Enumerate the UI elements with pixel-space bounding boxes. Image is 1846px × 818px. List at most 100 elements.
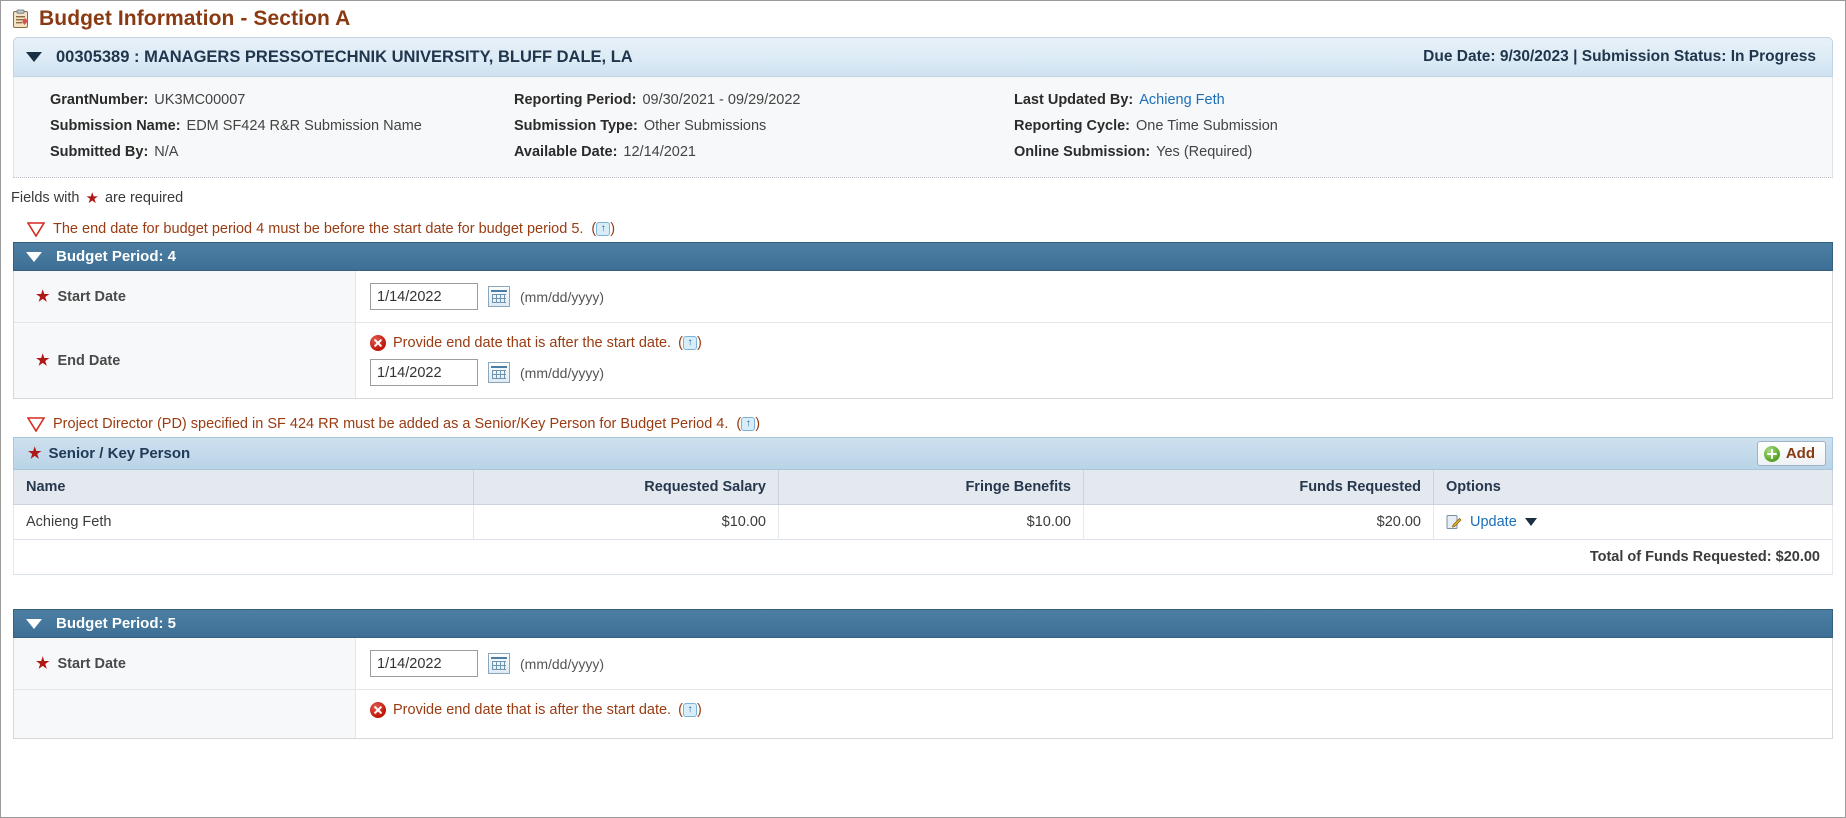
metadata-last-updated-by: Last Updated By: Achieng Feth bbox=[1014, 92, 1225, 108]
start-date-format-hint: (mm/dd/yyyy) bbox=[520, 288, 604, 305]
start-date-row: ★ Start Date (mm/dd/yyyy) bbox=[14, 638, 1832, 690]
start-date-input[interactable] bbox=[370, 650, 478, 677]
field-label: Submission Name: bbox=[50, 118, 181, 134]
field-label: Reporting Period: bbox=[514, 92, 637, 108]
field-label: Submission Type: bbox=[514, 118, 638, 134]
field-value: Other Submissions bbox=[643, 118, 767, 134]
senior-key-person-header: ★ Senior / Key Person Add bbox=[13, 437, 1833, 470]
table-total-row: Total of Funds Requested: $20.00 bbox=[13, 539, 1833, 575]
field-label: Available Date: bbox=[514, 144, 618, 160]
column-header-fringe-benefits[interactable]: Fringe Benefits bbox=[778, 470, 1084, 505]
error-period4-pd-missing: Project Director (PD) specified in SF 42… bbox=[1, 411, 1845, 437]
budget-period-5-body: ★ Start Date (mm/dd/yyyy) Provide bbox=[13, 638, 1833, 739]
start-date-input-area: (mm/dd/yyyy) bbox=[356, 638, 1832, 689]
error-anchor-group: (↑) bbox=[591, 221, 616, 237]
scroll-up-icon[interactable]: ↑ bbox=[682, 336, 697, 351]
clipboard-checklist-icon bbox=[11, 9, 31, 29]
triangle-down-icon[interactable] bbox=[26, 52, 42, 62]
column-header-funds-requested[interactable]: Funds Requested bbox=[1083, 470, 1434, 505]
cell-name: Achieng Feth bbox=[13, 504, 474, 540]
start-date-row: ★ Start Date (mm/dd/yyyy) bbox=[14, 271, 1832, 323]
add-senior-key-person-button[interactable]: Add bbox=[1756, 441, 1826, 466]
required-note-prefix: Fields with bbox=[11, 190, 80, 206]
error-anchor-group: (↑) bbox=[678, 335, 702, 351]
column-header-name[interactable]: Name bbox=[13, 470, 474, 505]
error-text: Project Director (PD) specified in SF 42… bbox=[53, 416, 729, 432]
end-date-label-cell: ★ End Date bbox=[14, 323, 356, 398]
triangle-down-icon[interactable] bbox=[26, 618, 42, 629]
triangle-down-icon[interactable] bbox=[26, 251, 42, 262]
scroll-up-icon[interactable]: ↑ bbox=[682, 703, 697, 718]
start-date-input[interactable] bbox=[370, 283, 478, 310]
last-updated-by-link[interactable]: Achieng Feth bbox=[1139, 92, 1224, 108]
required-star-icon: ★ bbox=[36, 288, 50, 305]
submission-status-summary: Due Date: 9/30/2023 | Submission Status:… bbox=[1423, 48, 1816, 65]
start-date-label: Start Date bbox=[57, 655, 126, 672]
end-date-input[interactable] bbox=[370, 359, 478, 386]
update-cell-group: Update bbox=[1446, 514, 1820, 530]
field-value: Yes (Required) bbox=[1156, 144, 1253, 160]
end-date-line: (mm/dd/yyyy) bbox=[370, 359, 1832, 386]
error-anchor-group: (↑) bbox=[678, 702, 702, 718]
metadata-row: GrantNumber: UK3MC00007 Reporting Period… bbox=[14, 87, 1832, 113]
table-header-row: Name Requested Salary Fringe Benefits Fu… bbox=[13, 470, 1833, 505]
page-title-bar: Budget Information - Section A bbox=[1, 1, 1845, 37]
scroll-up-icon[interactable]: ↑ bbox=[596, 222, 611, 237]
senior-key-person-table: Name Requested Salary Fringe Benefits Fu… bbox=[13, 470, 1833, 575]
section-gap bbox=[1, 575, 1845, 609]
end-date-inline-error: Provide end date that is after the start… bbox=[370, 702, 1832, 718]
end-date-error-text: Provide end date that is after the start… bbox=[393, 702, 672, 718]
metadata-online-submission: Online Submission: Yes (Required) bbox=[1014, 144, 1252, 160]
start-date-label: Start Date bbox=[57, 288, 126, 305]
senior-key-person-section: ★ Senior / Key Person Add Name Requested… bbox=[1, 437, 1845, 575]
budget-period-4-body: ★ Start Date (mm/dd/yyyy) ★ End Date bbox=[13, 271, 1833, 399]
error-period4-date-order: The end date for budget period 4 must be… bbox=[1, 216, 1845, 242]
metadata-submission-name: Submission Name: EDM SF424 R&R Submissio… bbox=[14, 118, 514, 134]
submission-metadata: GrantNumber: UK3MC00007 Reporting Period… bbox=[13, 77, 1833, 178]
end-date-row: ★ End Date Provide end date that is afte… bbox=[14, 323, 1832, 398]
end-date-row-partial: Provide end date that is after the start… bbox=[14, 690, 1832, 738]
end-date-inline-error: Provide end date that is after the start… bbox=[370, 335, 1832, 351]
table-row: Achieng Feth $10.00 $10.00 $20.00 Update bbox=[13, 504, 1833, 540]
calendar-icon[interactable] bbox=[488, 653, 510, 674]
warning-triangle-icon bbox=[26, 416, 46, 433]
grant-banner[interactable]: 00305389 : MANAGERS PRESSOTECHNIK UNIVER… bbox=[13, 37, 1833, 77]
budget-period-4-header[interactable]: Budget Period: 4 bbox=[13, 242, 1833, 271]
required-star-icon: ★ bbox=[36, 655, 50, 672]
end-date-label-cell bbox=[14, 690, 356, 738]
calendar-icon[interactable] bbox=[488, 362, 510, 383]
end-date-input-area: Provide end date that is after the start… bbox=[356, 690, 1832, 738]
senior-key-person-title: Senior / Key Person bbox=[48, 445, 191, 462]
field-value: EDM SF424 R&R Submission Name bbox=[186, 118, 422, 134]
calendar-icon[interactable] bbox=[488, 286, 510, 307]
table-head: Name Requested Salary Fringe Benefits Fu… bbox=[13, 470, 1833, 505]
required-star-icon: ★ bbox=[85, 189, 99, 207]
senior-key-person-title-group: ★ Senior / Key Person bbox=[28, 445, 190, 462]
required-star-icon: ★ bbox=[28, 445, 42, 462]
budget-period-5-header[interactable]: Budget Period: 5 bbox=[13, 609, 1833, 638]
update-link[interactable]: Update bbox=[1470, 514, 1517, 530]
error-cross-icon bbox=[370, 702, 386, 718]
budget-period-5-section: Budget Period: 5 ★ Start Date (mm/dd/yyy… bbox=[1, 609, 1845, 739]
start-date-label-cell: ★ Start Date bbox=[14, 271, 356, 322]
column-header-requested-salary[interactable]: Requested Salary bbox=[473, 470, 779, 505]
metadata-row: Submitted By: N/A Available Date: 12/14/… bbox=[14, 139, 1832, 165]
field-value: One Time Submission bbox=[1136, 118, 1278, 134]
metadata-reporting-period: Reporting Period: 09/30/2021 - 09/29/202… bbox=[514, 92, 1014, 108]
application-window: Budget Information - Section A 00305389 … bbox=[0, 0, 1846, 818]
field-label: Reporting Cycle: bbox=[1014, 118, 1131, 134]
grant-banner-left: 00305389 : MANAGERS PRESSOTECHNIK UNIVER… bbox=[26, 48, 633, 67]
grant-banner-wrapper: 00305389 : MANAGERS PRESSOTECHNIK UNIVER… bbox=[1, 37, 1845, 178]
chevron-down-icon[interactable] bbox=[1524, 518, 1537, 526]
total-funds-requested: Total of Funds Requested: $20.00 bbox=[13, 539, 1833, 575]
start-date-input-area: (mm/dd/yyyy) bbox=[356, 271, 1832, 322]
field-label: Online Submission: bbox=[1014, 144, 1151, 160]
column-header-options[interactable]: Options bbox=[1433, 470, 1833, 505]
add-button-label: Add bbox=[1785, 445, 1815, 462]
metadata-grant-number: GrantNumber: UK3MC00007 bbox=[14, 92, 514, 108]
table-body: Achieng Feth $10.00 $10.00 $20.00 Update… bbox=[13, 504, 1833, 575]
field-label: GrantNumber: bbox=[50, 92, 149, 108]
metadata-available-date: Available Date: 12/14/2021 bbox=[514, 144, 1014, 160]
cell-funds-requested: $20.00 bbox=[1083, 504, 1434, 540]
scroll-up-icon[interactable]: ↑ bbox=[741, 417, 756, 432]
